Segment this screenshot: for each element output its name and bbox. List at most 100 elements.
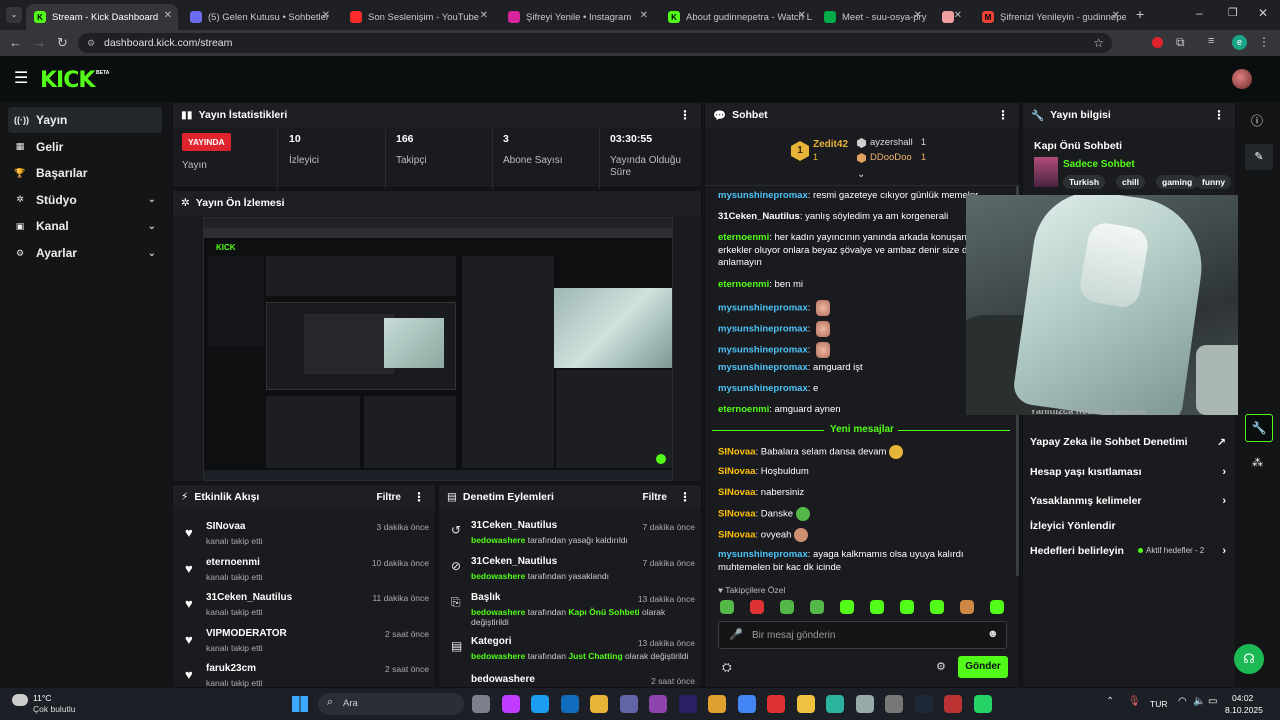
browser-tab[interactable]: K About gudinnepetra - Watch Li ✕ xyxy=(660,4,812,30)
tab-close-icon[interactable]: ✕ xyxy=(1112,10,1120,21)
activity-menu-icon[interactable]: ⋮ xyxy=(413,490,425,504)
category-name[interactable]: Sadece Sohbet xyxy=(1063,159,1135,170)
app-icon[interactable] xyxy=(855,695,874,713)
chat-username[interactable]: SINovaa xyxy=(718,530,756,541)
app-icon[interactable] xyxy=(796,695,815,713)
taskbar-search[interactable]: ⌕ Ara xyxy=(318,693,464,715)
emote-icon[interactable] xyxy=(750,600,764,614)
clock-date[interactable]: 8.10.2025 xyxy=(1225,705,1263,715)
chat-username[interactable]: SINovaa xyxy=(718,487,756,498)
browser-tab[interactable]: Son Seslenişim - YouTube ✕ xyxy=(342,4,494,30)
browser-tab[interactable]: M Şifrenizi Yenileyin - gudinnepet ✕ xyxy=(974,4,1126,30)
chat-username[interactable]: SINovaa xyxy=(718,466,756,477)
activity-user[interactable]: VIPMODERATOR xyxy=(206,628,287,639)
activity-user[interactable]: eternoenmi xyxy=(206,557,260,568)
emote-icon[interactable] xyxy=(810,600,824,614)
stream-tag[interactable]: funny xyxy=(1196,175,1232,189)
back-icon[interactable]: ← xyxy=(9,35,22,50)
hamburger-menu-icon[interactable]: ☰ xyxy=(14,68,28,88)
tray-chevron-icon[interactable]: ⌃ xyxy=(1106,696,1114,707)
browser-tab[interactable]: ✕ xyxy=(934,4,968,30)
chat-username[interactable]: eternoenmi xyxy=(718,404,769,415)
chat-menu-icon[interactable]: ⋮ xyxy=(997,108,1009,122)
chat-username[interactable]: mysunshinepromax xyxy=(718,303,808,314)
reading-list-icon[interactable]: ≡ xyxy=(1208,35,1214,47)
app-icon[interactable] xyxy=(944,695,962,713)
teams-icon[interactable] xyxy=(619,695,638,713)
sidebar-item[interactable]: ✲ Stüdyo ⌄ xyxy=(8,187,162,213)
battery-icon[interactable]: ▭ xyxy=(1208,696,1217,707)
chat-username[interactable]: mysunshinepromax xyxy=(718,345,808,356)
webcam-overlay[interactable] xyxy=(966,195,1280,415)
browser-tab[interactable]: K Stream - Kick Dashboard ✕ xyxy=(26,4,178,30)
moderator-name[interactable]: bedowashere xyxy=(471,571,525,581)
moderation-subject[interactable]: Kategori xyxy=(471,636,512,647)
stream-tag[interactable]: gaming xyxy=(1156,175,1199,189)
kick-logo[interactable]: KICK xyxy=(40,68,95,93)
visual-studio-icon[interactable] xyxy=(649,695,667,713)
activity-user[interactable]: 31Ceken_Nautilus xyxy=(206,592,292,603)
stream-tag[interactable]: Turkish xyxy=(1063,175,1106,189)
stats-menu-icon[interactable]: ⋮ xyxy=(679,108,691,122)
moderation-filter-button[interactable]: Filtre xyxy=(643,492,667,503)
activity-user[interactable]: SINovaa xyxy=(206,521,245,532)
tab-close-icon[interactable]: ✕ xyxy=(798,10,806,21)
user-avatar[interactable] xyxy=(1232,69,1252,89)
maximize-button[interactable]: ❐ xyxy=(1228,6,1238,19)
top-gifter-1[interactable]: 1 Zedit42 1 xyxy=(791,139,865,169)
tab-search-button[interactable]: ⌄ xyxy=(6,7,22,23)
moderation-subject[interactable]: 31Ceken_Nautilus xyxy=(471,556,557,567)
whatsapp-icon[interactable] xyxy=(973,695,992,713)
activity-filter-button[interactable]: Filtre xyxy=(377,492,401,503)
emote-icon[interactable] xyxy=(840,600,854,614)
tab-close-icon[interactable]: ✕ xyxy=(164,10,172,21)
chat-username[interactable]: SINovaa xyxy=(718,509,756,520)
opera-icon[interactable] xyxy=(767,695,785,713)
task-view-icon[interactable] xyxy=(472,695,490,713)
app-icon[interactable] xyxy=(826,695,844,713)
edge-icon[interactable] xyxy=(531,695,549,713)
moderation-subject[interactable]: 31Ceken_Nautilus xyxy=(471,520,557,531)
profile-avatar[interactable]: e xyxy=(1232,35,1247,50)
chat-username[interactable]: mysunshinepromax xyxy=(718,324,808,335)
tab-close-icon[interactable]: ✕ xyxy=(640,10,648,21)
apps-rail-icon[interactable]: ⁂ xyxy=(1252,456,1263,469)
tab-close-icon[interactable]: ✕ xyxy=(954,10,962,21)
moderator-name[interactable]: bedowashere xyxy=(471,535,525,545)
mic-icon[interactable]: 🎤 xyxy=(729,628,743,641)
sidebar-item[interactable]: ▦ Gelir xyxy=(8,134,162,160)
extension-icon[interactable] xyxy=(1152,37,1163,48)
chat-username[interactable]: mysunshinepromax xyxy=(718,383,808,394)
sidebar-item[interactable]: ⚙ Ayarlar ⌄ xyxy=(8,240,162,266)
site-info-icon[interactable]: ⚙ xyxy=(87,33,95,53)
info-menu-icon[interactable]: ⋮ xyxy=(1213,108,1225,122)
info-rail-icon[interactable]: ⓘ xyxy=(1251,112,1263,129)
chat-username[interactable]: mysunshinepromax xyxy=(718,362,808,373)
edit-rail-button[interactable]: ✎ xyxy=(1245,144,1273,170)
stream-setting-row[interactable]: Yapay Zeka ile Sohbet Denetimi ↗ xyxy=(1030,436,1226,449)
send-button[interactable]: Gönder xyxy=(958,656,1008,678)
emote-icon[interactable] xyxy=(780,600,794,614)
tools-rail-button[interactable]: 🔧 xyxy=(1245,414,1273,442)
stream-setting-row[interactable]: Hesap yaşı kısıtlaması › xyxy=(1030,466,1226,478)
emote-icon[interactable] xyxy=(990,600,1004,614)
volume-icon[interactable]: 🔈 xyxy=(1193,696,1205,707)
url-input[interactable]: ⚙ dashboard.kick.com/stream ☆ xyxy=(78,33,1112,53)
stream-setting-row[interactable]: Hedefleri belirleyin Aktif hedefler - 2 › xyxy=(1030,545,1226,557)
chat-username[interactable]: SINovaa xyxy=(718,447,756,458)
moderation-subject[interactable]: Başlık xyxy=(471,592,500,603)
wifi-icon[interactable]: ◠ xyxy=(1178,696,1187,707)
support-button[interactable]: ☊ xyxy=(1234,644,1264,674)
premiere-icon[interactable] xyxy=(678,695,697,713)
start-button[interactable] xyxy=(292,696,308,712)
chat-username[interactable]: 31Ceken_Nautilus xyxy=(718,211,800,222)
emote-icon[interactable] xyxy=(870,600,884,614)
chat-username[interactable]: eternoenmi xyxy=(718,232,769,243)
browser-menu-icon[interactable]: ⋮ xyxy=(1258,35,1270,49)
sidebar-item[interactable]: ((·)) Yayın xyxy=(8,107,162,133)
file-explorer-icon[interactable] xyxy=(590,695,608,713)
emoji-picker-icon[interactable]: ☻ xyxy=(987,628,999,640)
extensions-puzzle-icon[interactable]: ⧉ xyxy=(1176,35,1185,50)
moderator-name[interactable]: bedowashere xyxy=(471,607,525,617)
moderation-menu-icon[interactable]: ⋮ xyxy=(679,490,691,504)
